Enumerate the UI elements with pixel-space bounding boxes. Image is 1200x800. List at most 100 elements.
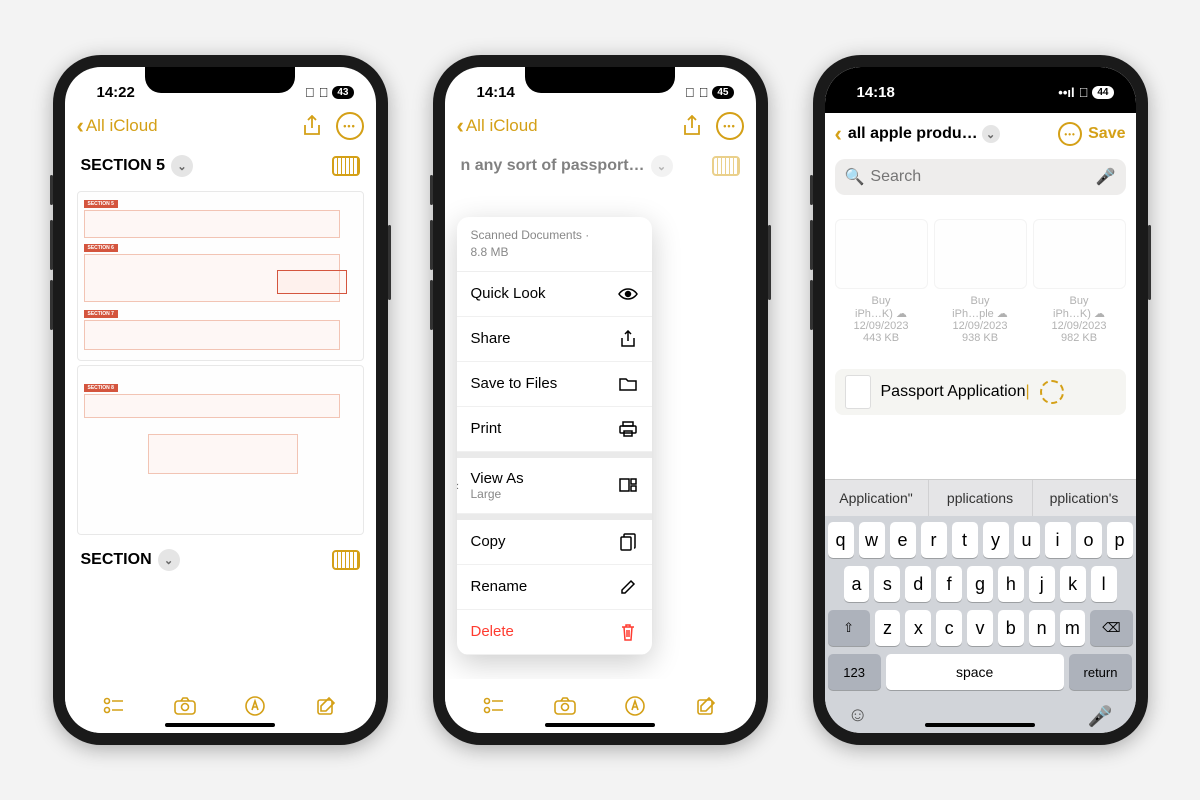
emoji-key[interactable]: ☺ bbox=[848, 704, 868, 729]
camera-button[interactable] bbox=[170, 691, 200, 721]
file-thumbnail bbox=[1033, 219, 1126, 289]
menu-header: Scanned Documents · 8.8 MB bbox=[457, 217, 652, 272]
markup-button[interactable] bbox=[240, 691, 270, 721]
home-indicator[interactable] bbox=[925, 723, 1035, 727]
section-header: SECTION 5 ⌄ bbox=[77, 145, 364, 187]
menu-view-as[interactable]: ‹ View AsLarge bbox=[457, 452, 652, 514]
suggestion[interactable]: pplications bbox=[929, 480, 1033, 516]
folder-title: all apple produ… bbox=[848, 125, 978, 143]
key-y[interactable]: y bbox=[983, 522, 1009, 558]
space-key[interactable]: space bbox=[886, 654, 1064, 690]
save-button[interactable]: Save bbox=[1088, 125, 1125, 143]
key-i[interactable]: i bbox=[1045, 522, 1071, 558]
markup-button[interactable] bbox=[620, 691, 650, 721]
section-title: SECTION bbox=[81, 551, 152, 569]
key-x[interactable]: x bbox=[905, 610, 931, 646]
file-item[interactable]: Buy iPh…K) ☁︎ 12/09/2023 443 KB bbox=[835, 219, 928, 344]
compose-button[interactable] bbox=[691, 691, 721, 721]
copy-icon bbox=[618, 532, 638, 552]
table-button[interactable] bbox=[332, 156, 360, 176]
grid-icon bbox=[618, 475, 638, 495]
more-button[interactable]: ••• bbox=[1058, 122, 1082, 146]
key-s[interactable]: s bbox=[874, 566, 900, 602]
home-indicator[interactable] bbox=[545, 723, 655, 727]
dimmed-background[interactable] bbox=[445, 145, 756, 187]
compose-button[interactable] bbox=[311, 691, 341, 721]
more-button[interactable]: ••• bbox=[336, 112, 364, 140]
key-u[interactable]: u bbox=[1014, 522, 1040, 558]
scanned-document-1[interactable]: SECTION 5 SECTION 6 SECTION 7 bbox=[77, 191, 364, 361]
pencil-icon bbox=[618, 577, 638, 597]
menu-quick-look[interactable]: Quick Look bbox=[457, 272, 652, 317]
key-t[interactable]: t bbox=[952, 522, 978, 558]
expand-button[interactable]: ⌄ bbox=[171, 155, 193, 177]
key-d[interactable]: d bbox=[905, 566, 931, 602]
expand-button[interactable]: ⌄ bbox=[158, 549, 180, 571]
key-g[interactable]: g bbox=[967, 566, 993, 602]
menu-share[interactable]: Share bbox=[457, 317, 652, 362]
key-v[interactable]: v bbox=[967, 610, 993, 646]
key-e[interactable]: e bbox=[890, 522, 916, 558]
checklist-button[interactable] bbox=[99, 691, 129, 721]
file-item[interactable]: Buy iPh…ple ☁︎ 12/09/2023 938 KB bbox=[934, 219, 1027, 344]
status-time: 14:18 bbox=[857, 84, 895, 101]
file-item[interactable]: Buy iPh…K) ☁︎ 12/09/2023 982 KB bbox=[1033, 219, 1126, 344]
share-button[interactable] bbox=[298, 112, 326, 140]
key-c[interactable]: c bbox=[936, 610, 962, 646]
key-p[interactable]: p bbox=[1107, 522, 1133, 558]
return-key[interactable]: return bbox=[1069, 654, 1133, 690]
share-icon bbox=[618, 329, 638, 349]
key-r[interactable]: r bbox=[921, 522, 947, 558]
rename-thumbnail bbox=[845, 375, 871, 409]
key-z[interactable]: z bbox=[875, 610, 901, 646]
menu-copy[interactable]: Copy bbox=[457, 514, 652, 565]
key-n[interactable]: n bbox=[1029, 610, 1055, 646]
key-l[interactable]: l bbox=[1091, 566, 1117, 602]
key-h[interactable]: h bbox=[998, 566, 1024, 602]
key-o[interactable]: o bbox=[1076, 522, 1102, 558]
key-w[interactable]: w bbox=[859, 522, 885, 558]
signal-icon: 􀙇 bbox=[305, 85, 315, 100]
back-button[interactable]: ‹ All iCloud bbox=[77, 113, 158, 139]
camera-button[interactable] bbox=[550, 691, 580, 721]
menu-rename[interactable]: Rename bbox=[457, 565, 652, 610]
rename-input[interactable]: Passport Application| bbox=[881, 383, 1030, 401]
table-button[interactable] bbox=[332, 550, 360, 570]
mic-icon[interactable]: 🎤 bbox=[1096, 167, 1116, 187]
search-field[interactable]: 🔍 🎤 bbox=[835, 159, 1126, 195]
shift-key[interactable]: ⇧ bbox=[828, 610, 870, 646]
key-k[interactable]: k bbox=[1060, 566, 1086, 602]
back-button[interactable]: ‹ All iCloud bbox=[457, 113, 538, 139]
more-button[interactable]: ••• bbox=[716, 112, 744, 140]
key-a[interactable]: a bbox=[844, 566, 870, 602]
chevron-left-icon: ‹ bbox=[457, 113, 464, 139]
signal-icon: ••ıl bbox=[1058, 85, 1074, 100]
checklist-button[interactable] bbox=[479, 691, 509, 721]
section-header-2: SECTION ⌄ bbox=[77, 539, 364, 581]
live-text-icon[interactable] bbox=[1040, 380, 1064, 404]
suggestion[interactable]: pplication's bbox=[1033, 480, 1136, 516]
backspace-key[interactable]: ⌫ bbox=[1090, 610, 1132, 646]
nav-bar: ‹ All iCloud ••• bbox=[65, 107, 376, 145]
menu-print[interactable]: Print bbox=[457, 407, 652, 452]
menu-delete[interactable]: Delete bbox=[457, 610, 652, 655]
suggestion[interactable]: Application" bbox=[825, 480, 929, 516]
scanned-document-2[interactable]: SECTION 8 bbox=[77, 365, 364, 535]
key-f[interactable]: f bbox=[936, 566, 962, 602]
phone-3-rename-file: 14:18 ••ıl 􀙈 44 ‹ all apple produ… ⌄ •••… bbox=[813, 55, 1148, 745]
search-input[interactable] bbox=[870, 168, 1095, 186]
key-b[interactable]: b bbox=[998, 610, 1024, 646]
key-q[interactable]: q bbox=[828, 522, 854, 558]
menu-save-files[interactable]: Save to Files bbox=[457, 362, 652, 407]
wifi-icon: 􀙈 bbox=[1079, 85, 1089, 100]
dictation-key[interactable]: 🎤 bbox=[1088, 704, 1113, 729]
share-button[interactable] bbox=[678, 112, 706, 140]
rename-field-row: Passport Application| bbox=[835, 369, 1126, 415]
numbers-key[interactable]: 123 bbox=[828, 654, 881, 690]
key-j[interactable]: j bbox=[1029, 566, 1055, 602]
back-button[interactable]: ‹ bbox=[835, 121, 842, 147]
file-grid: Buy iPh…K) ☁︎ 12/09/2023 443 KB Buy iPh…… bbox=[825, 199, 1136, 354]
home-indicator[interactable] bbox=[165, 723, 275, 727]
key-m[interactable]: m bbox=[1060, 610, 1086, 646]
dropdown-button[interactable]: ⌄ bbox=[982, 125, 1000, 143]
